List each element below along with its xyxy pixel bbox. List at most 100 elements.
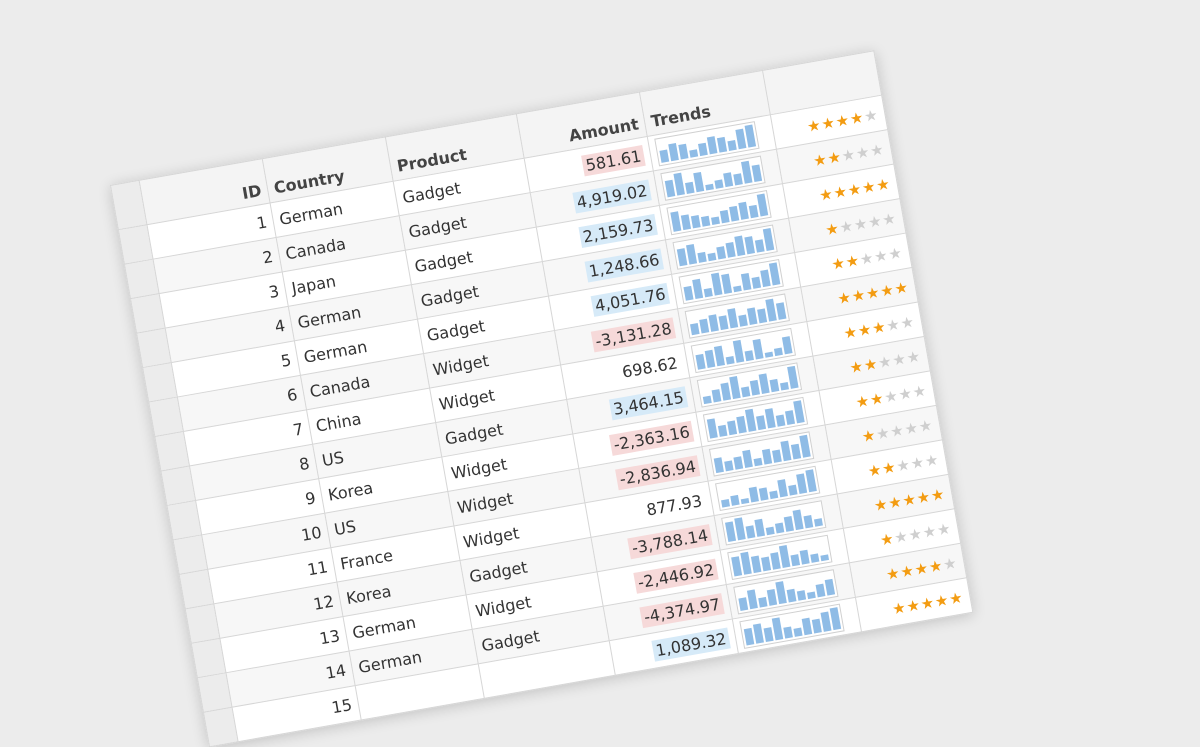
star-rating[interactable]: ★★★★★ [824, 209, 898, 239]
star-rating[interactable]: ★★★★★ [806, 105, 880, 135]
star-rating[interactable]: ★★★★★ [842, 312, 916, 342]
data-grid: ID Country Product Amount Trends 1 German… [110, 50, 974, 747]
sparkline-bar [790, 443, 802, 460]
star-rating[interactable]: ★★★★★ [830, 243, 904, 273]
sparkline-bar [744, 124, 757, 148]
sparkline-bar [781, 336, 793, 355]
sparkline-bar [766, 589, 778, 606]
sparkline-bar [824, 578, 836, 596]
star-empty-icon[interactable]: ★ [863, 105, 880, 125]
sparkline-bar [713, 345, 725, 367]
sparkline-bar [729, 376, 741, 400]
sparkline-bar [820, 611, 832, 632]
sparkline-bar [780, 440, 792, 462]
star-rating[interactable]: ★★★★★ [872, 484, 946, 514]
sparkline-bar [756, 415, 767, 431]
sparkline-bar [713, 457, 724, 474]
star-rating[interactable]: ★★★★★ [866, 450, 940, 480]
sparkline-bar [716, 136, 728, 153]
sparkline-bar [792, 509, 804, 531]
sparkline-bar [744, 350, 754, 362]
sparkline-bar [724, 460, 734, 472]
sparkline-bar [803, 515, 814, 529]
sparkline-bar [733, 456, 744, 470]
star-filled-icon[interactable]: ★ [893, 277, 910, 297]
star-rating[interactable]: ★★★★★ [848, 346, 922, 376]
sparkline-bar [787, 365, 799, 389]
star-rating[interactable]: ★★★★★ [812, 140, 886, 170]
sparkline-bar [723, 172, 734, 188]
sparkline-bar [770, 552, 781, 570]
sparkline-bar [732, 339, 745, 363]
star-empty-icon[interactable]: ★ [887, 243, 904, 263]
sparkline-bar [685, 181, 695, 194]
sparkline-bar [702, 395, 712, 405]
sparkline-bar [793, 400, 805, 424]
sparkline-bar [738, 597, 749, 611]
sparkline-bar [680, 214, 692, 231]
sparkline-bar [750, 555, 762, 574]
sparkline-bar [668, 142, 679, 162]
sparkline-bar [762, 227, 775, 251]
sparkline-bar [765, 298, 777, 322]
star-empty-icon[interactable]: ★ [935, 519, 952, 539]
sparkline-bar [704, 349, 716, 368]
sparkline-bar [710, 272, 723, 296]
star-filled-icon[interactable]: ★ [875, 174, 892, 194]
sparkline-bar [743, 627, 755, 646]
star-empty-icon[interactable]: ★ [911, 381, 928, 401]
sparkline-bar [761, 556, 772, 572]
sparkline-bar [751, 164, 763, 183]
amount-value: 698.62 [620, 352, 680, 382]
amount-value: 581.61 [581, 144, 646, 176]
sparkline-bar [758, 373, 770, 394]
sparkline-bar [820, 554, 830, 562]
sparkline-bar [756, 193, 769, 217]
sparkline-bar [731, 556, 743, 577]
star-empty-icon[interactable]: ★ [917, 415, 934, 435]
sparkline-bar [734, 517, 746, 541]
star-rating[interactable]: ★★★★★ [879, 519, 953, 549]
sparkline-bar [807, 591, 816, 600]
sparkline-bar [729, 205, 740, 222]
star-empty-icon[interactable]: ★ [869, 140, 886, 160]
star-empty-icon[interactable]: ★ [923, 450, 940, 470]
sparkline-bar [695, 353, 706, 370]
grid-table: ID Country Product Amount Trends 1 German… [110, 50, 973, 747]
sparkline-bar [805, 469, 817, 493]
sparkline-bar [733, 285, 742, 293]
star-filled-icon[interactable]: ★ [948, 588, 965, 608]
star-empty-icon[interactable]: ★ [942, 553, 959, 573]
sparkline-bar [783, 626, 793, 639]
star-filled-icon[interactable]: ★ [929, 484, 946, 504]
star-rating[interactable]: ★★★★★ [860, 415, 934, 445]
sparkline-bar [771, 617, 784, 641]
sparkline-bar [748, 204, 759, 219]
star-rating[interactable]: ★★★★★ [836, 277, 910, 307]
sparkline-bar [733, 173, 743, 186]
star-rating[interactable]: ★★★★★ [818, 174, 892, 204]
sparkline-bar [769, 378, 780, 393]
sparkline-bar [761, 448, 773, 465]
sparkline-bar [705, 183, 714, 191]
sparkline-bar [775, 302, 787, 320]
sparkline-bar [683, 285, 694, 301]
star-rating[interactable]: ★★★★★ [885, 553, 959, 583]
sparkline-bar [778, 544, 791, 569]
star-empty-icon[interactable]: ★ [905, 346, 922, 366]
star-rating[interactable]: ★★★★★ [854, 381, 928, 411]
sparkline-bar [700, 215, 711, 227]
sparkline-bar [676, 248, 688, 267]
sparkline-bar [815, 583, 826, 598]
star-empty-icon[interactable]: ★ [899, 312, 916, 332]
star-rating[interactable]: ★★★★★ [891, 588, 965, 618]
star-empty-icon[interactable]: ★ [881, 209, 898, 229]
sparkline-bar [764, 351, 774, 358]
sparkline-bar [773, 347, 783, 357]
sparkline-bar [753, 457, 763, 467]
sparkline-bar [774, 522, 785, 534]
sparkline-bar [725, 241, 736, 258]
sparkline-bar [673, 172, 685, 196]
sparkline-bar [744, 408, 757, 432]
sparkline-bar [751, 276, 762, 289]
